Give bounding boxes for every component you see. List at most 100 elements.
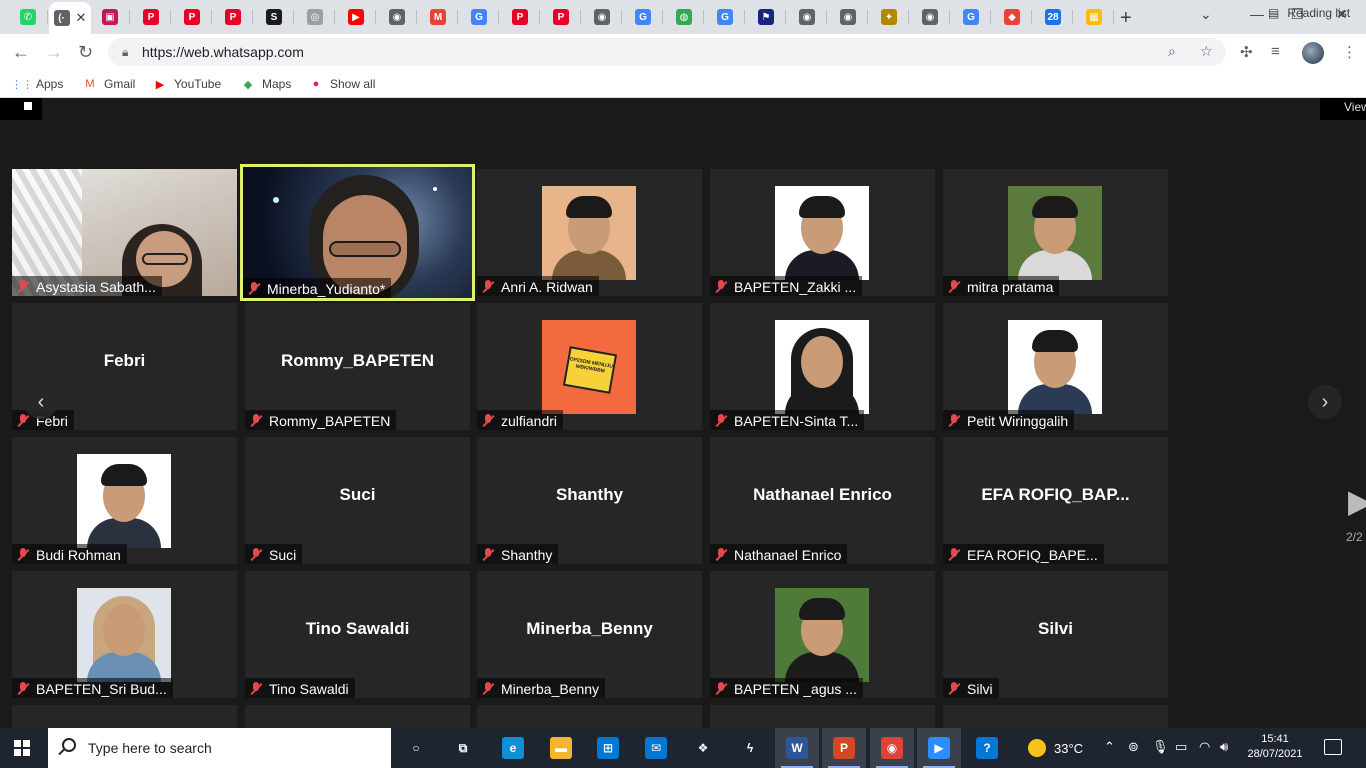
tab-scribd[interactable]: S	[254, 4, 294, 30]
tab-google-4[interactable]: G	[951, 4, 991, 30]
back-arrow-icon[interactable]: ←	[12, 42, 30, 63]
participant-tile[interactable]: Tino Sawaldi Tino Sawaldi	[245, 571, 470, 698]
tab-pinterest-2[interactable]: P	[172, 4, 212, 30]
participant-tile[interactable]: BAPETEN-Sinta T...	[710, 303, 935, 430]
tab-search-icon[interactable]: ⌄	[1200, 6, 1212, 23]
notification-center-icon[interactable]	[1324, 739, 1342, 755]
bookmark-youtube[interactable]: ▶ YouTube	[152, 76, 221, 92]
taskbar-file-explorer-button[interactable]: ▬	[539, 728, 583, 768]
tab-active[interactable]: (· ✕	[49, 2, 91, 34]
extensions-puzzle-icon[interactable]: ✣	[1240, 43, 1253, 61]
tab-chrome-3[interactable]: ◉	[828, 4, 868, 30]
tab-profile[interactable]: ▣	[90, 4, 130, 30]
minimize-button[interactable]: —	[1250, 6, 1264, 22]
participant-tile-partial[interactable]	[12, 705, 237, 728]
participant-tile[interactable]: Silvi Silvi	[943, 571, 1168, 698]
address-url[interactable]: https://web.whatsapp.com	[142, 44, 304, 60]
media-control-icon[interactable]: ≡	[1271, 43, 1280, 60]
tab-generic-1[interactable]: ◎	[295, 4, 335, 30]
battery-icon[interactable]: ▭	[1175, 739, 1187, 755]
menu-kebab-icon[interactable]: ⋮	[1342, 43, 1357, 61]
microphone-icon[interactable]: 🎙︎	[1152, 739, 1169, 755]
next-page-triangle-icon[interactable]: ▶	[1348, 482, 1366, 520]
taskbar-help-button[interactable]: ?	[965, 728, 1009, 768]
taskbar-powerpoint-button[interactable]: P	[822, 728, 866, 768]
participant-tile[interactable]: OP2SDM MENUJU WBK/WBBM zulfiandri	[477, 303, 702, 430]
taskbar-zoom-button[interactable]: ▶	[917, 728, 961, 768]
weather-widget[interactable]: 33°C	[1028, 739, 1083, 757]
address-bar[interactable]: 🔒︎ https://web.whatsapp.com ⌕ ☆	[108, 38, 1226, 66]
tab-pinterest-1[interactable]: P	[131, 4, 171, 30]
participant-tile[interactable]: Budi Rohman	[12, 437, 237, 564]
forward-arrow-icon[interactable]: →	[45, 42, 63, 63]
tab-google-3[interactable]: G	[705, 4, 745, 30]
participant-tile[interactable]: BAPETEN_Zakki ...	[710, 169, 935, 296]
tab-lens[interactable]: ◍	[664, 4, 704, 30]
tab-youtube[interactable]: ▶	[336, 4, 376, 30]
close-tab-icon[interactable]: ✕	[76, 10, 87, 26]
tab-flag[interactable]: ⚑	[746, 4, 786, 30]
windows-start-icon[interactable]	[14, 740, 30, 756]
participant-tile[interactable]: Minerba_Yudianto *	[240, 164, 475, 301]
taskbar-chrome-button[interactable]: ◉	[870, 728, 914, 768]
participant-tile-partial[interactable]	[710, 705, 935, 728]
tray-meet-icon[interactable]: ⊚	[1128, 739, 1139, 755]
participant-tile[interactable]: Petit Wiringgalih	[943, 303, 1168, 430]
bookmark-maps[interactable]: ◆ Maps	[240, 76, 292, 92]
tab-globe-1[interactable]: ◉	[787, 4, 827, 30]
taskbar-cortana-button[interactable]: ○	[394, 728, 438, 768]
tab-gmail[interactable]: M	[418, 4, 458, 30]
participant-tile[interactable]: Anri A. Ridwan	[477, 169, 702, 296]
participant-tile[interactable]: Asystasia Sabath...	[12, 169, 237, 296]
bookmark-star-icon[interactable]: ☆	[1200, 43, 1213, 60]
participant-tile[interactable]: BAPETEN _agus ...	[710, 571, 935, 698]
participant-tile[interactable]: Minerba_Benny Minerba_Benny	[477, 571, 702, 698]
bookmark-gmail[interactable]: M Gmail	[82, 76, 135, 92]
tab-chrome-2[interactable]: ◉	[582, 4, 622, 30]
meeting-info-button[interactable]	[0, 98, 42, 120]
participant-tile-partial[interactable]	[477, 705, 702, 728]
tab-google-2[interactable]: G	[623, 4, 663, 30]
tab-maps[interactable]: ◆	[992, 4, 1032, 30]
next-page-arrow-button[interactable]: ›	[1308, 385, 1342, 419]
participant-tile[interactable]: Shanthy Shanthy	[477, 437, 702, 564]
tab-chrome-1[interactable]: ◉	[377, 4, 417, 30]
tab-pinterest-5[interactable]: P	[541, 4, 581, 30]
zoom-magnifier-icon[interactable]: ⌕	[1168, 43, 1176, 60]
tab-google-1[interactable]: G	[459, 4, 499, 30]
participant-tile[interactable]: Nathanael Enrico Nathanael Enrico	[710, 437, 935, 564]
tray-chevron-icon[interactable]: ⌃	[1104, 739, 1115, 755]
tab-whatsapp[interactable]: ✆	[8, 4, 48, 30]
tab-globe-2[interactable]: ◉	[910, 4, 950, 30]
taskbar-mail-button[interactable]: ✉	[634, 728, 678, 768]
participant-tile[interactable]: mitra pratama	[943, 169, 1168, 296]
tab-tiles[interactable]: ▦	[1074, 4, 1114, 30]
participant-tile[interactable]: EFA ROFIQ_BAP... EFA ROFIQ_BAPE...	[943, 437, 1168, 564]
taskbar-search-input[interactable]: Type here to search	[48, 728, 391, 768]
participant-tile[interactable]: Suci Suci	[245, 437, 470, 564]
volume-icon[interactable]: 🔊︎	[1220, 739, 1228, 755]
bookmark-show-all[interactable]: ● Show all	[308, 76, 376, 92]
tab-pinterest-4[interactable]: P	[500, 4, 540, 30]
taskbar-store-button[interactable]: ⊞	[586, 728, 630, 768]
taskbar-dropbox-button[interactable]: ❖	[681, 728, 725, 768]
previous-page-button[interactable]: ‹	[24, 385, 58, 419]
tab-calendar[interactable]: 28	[1033, 4, 1073, 30]
taskbar-bolt-button[interactable]: ϟ	[728, 728, 772, 768]
reading-list-button[interactable]: ▤ Reading list	[1268, 6, 1350, 20]
new-tab-button[interactable]: +	[1120, 7, 1132, 30]
view-toggle-button[interactable]: View	[1320, 98, 1366, 120]
reload-icon[interactable]: ↻	[78, 42, 93, 63]
participant-tile[interactable]: BAPETEN_Sri Bud...	[12, 571, 237, 698]
participant-tile-partial[interactable]	[245, 705, 470, 728]
participant-tile-partial[interactable]	[943, 705, 1168, 728]
taskbar-task-view-button[interactable]: ⧉	[441, 728, 485, 768]
wifi-icon[interactable]: ◠	[1199, 739, 1210, 755]
taskbar-word-button[interactable]: W	[775, 728, 819, 768]
bookmark-apps[interactable]: ⋮⋮ Apps	[11, 76, 63, 92]
taskbar-clock[interactable]: 15:41 28/07/2021	[1240, 732, 1310, 762]
profile-avatar[interactable]	[1302, 42, 1324, 64]
tab-pinterest-3[interactable]: P	[213, 4, 253, 30]
tab-emblem[interactable]: ✦	[869, 4, 909, 30]
participant-tile[interactable]: Rommy_BAPETEN Rommy_BAPETEN	[245, 303, 470, 430]
